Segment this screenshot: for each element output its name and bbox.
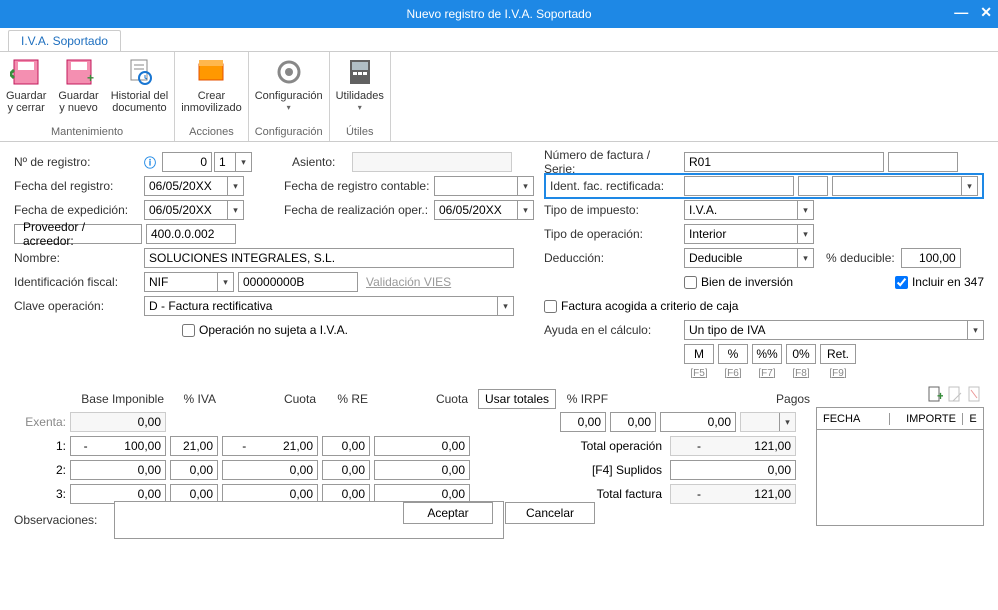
fecha-registro-label: Fecha del registro:: [14, 179, 144, 193]
r2-pctre[interactable]: [322, 460, 370, 480]
utilidades-button[interactable]: Utilidades: [330, 52, 390, 125]
tipo-impuesto-label: Tipo de impuesto:: [544, 203, 684, 217]
total-factura: [670, 484, 796, 504]
irpf-3[interactable]: [660, 412, 736, 432]
pagos-header-fecha: FECHA: [817, 413, 890, 425]
proveedor-button[interactable]: Proveedor / acreedor:: [14, 224, 142, 244]
n-registro-label: Nº de registro:: [14, 155, 144, 169]
ident-rect-input-2[interactable]: [798, 176, 828, 196]
close-icon[interactable]: ✕: [980, 4, 992, 21]
ident-rectificada-box: Ident. fac. rectificada: ▾: [544, 173, 984, 199]
r2-base[interactable]: [70, 460, 166, 480]
fecha-realizacion-input[interactable]: 06/05/20XX▾: [434, 200, 534, 220]
fecha-reg-contable-label: Fecha de registro contable:: [284, 179, 434, 193]
op-no-sujeta-checkbox[interactable]: Operación no sujeta a I.V.A.: [182, 323, 348, 337]
pct-deducible-input[interactable]: [901, 248, 961, 268]
ident-rect-input-1[interactable]: [684, 176, 794, 196]
crear-inmovilizado-button[interactable]: Crear inmovilizado: [175, 52, 248, 125]
irpf-select: ▾: [740, 412, 796, 432]
r1-cuota2[interactable]: [374, 436, 470, 456]
edit-page-icon: [947, 386, 963, 402]
proveedor-input[interactable]: [146, 224, 236, 244]
save-close-button[interactable]: Guardar y cerrar: [0, 52, 52, 125]
usar-totales-button[interactable]: Usar totales: [478, 389, 556, 409]
calc-pctpct-button[interactable]: %%: [752, 344, 782, 364]
pct-deducible-label: % deducible:: [826, 251, 895, 265]
svg-text:+: +: [937, 389, 943, 402]
svg-text:+: +: [87, 71, 94, 85]
tab-iva-soportado[interactable]: I.V.A. Soportado: [8, 30, 121, 51]
validacion-vies-link[interactable]: Validación VIES: [366, 275, 451, 289]
num-factura-input[interactable]: [684, 152, 884, 172]
pagos-header-importe: IMPORTE: [890, 413, 963, 425]
total-operacion: [670, 436, 796, 456]
aceptar-button[interactable]: Aceptar: [403, 502, 493, 524]
bien-inversion-checkbox[interactable]: Bien de inversión: [684, 275, 793, 289]
add-page-icon[interactable]: +: [927, 386, 943, 402]
save-new-button[interactable]: + Guardar y nuevo: [52, 52, 104, 125]
ident-rect-select[interactable]: ▾: [832, 176, 978, 196]
irpf-1[interactable]: [560, 412, 606, 432]
calc-m-button[interactable]: M: [684, 344, 714, 364]
clave-op-label: Clave operación:: [14, 299, 144, 313]
r1-pctiva[interactable]: [170, 436, 218, 456]
exenta-base: [70, 412, 166, 432]
fecha-realizacion-label: Fecha de realización oper.:: [284, 203, 434, 217]
r2-cuota2[interactable]: [374, 460, 470, 480]
r2-pctiva[interactable]: [170, 460, 218, 480]
history-button[interactable]: Historial del documento: [105, 52, 174, 125]
fecha-exp-input[interactable]: 06/05/20XX▾: [144, 200, 244, 220]
ident-fiscal-tipo-select[interactable]: NIF▾: [144, 272, 234, 292]
n-registro-input[interactable]: [162, 152, 212, 172]
minimize-icon[interactable]: —: [954, 4, 968, 21]
fecha-registro-input[interactable]: 06/05/20XX▾: [144, 176, 244, 196]
num-factura-label: Número de factura / Serie:: [544, 148, 684, 176]
ident-fiscal-label: Identificación fiscal:: [14, 275, 144, 289]
ident-fiscal-input[interactable]: [238, 272, 358, 292]
info-icon[interactable]: ⓘ: [144, 154, 156, 171]
calc-pct-button[interactable]: %: [718, 344, 748, 364]
deduccion-select[interactable]: Deducible▾: [684, 248, 814, 268]
tipo-operacion-select[interactable]: Interior▾: [684, 224, 814, 244]
factura-caja-checkbox[interactable]: Factura acogida a criterio de caja: [544, 299, 738, 313]
irpf-2[interactable]: [610, 412, 656, 432]
calc-ret-button[interactable]: Ret.: [820, 344, 856, 364]
deduccion-label: Deducción:: [544, 251, 684, 265]
calc-zero-button[interactable]: 0%: [786, 344, 816, 364]
num-factura-serie-input[interactable]: [888, 152, 958, 172]
ribbon: Guardar y cerrar + Guardar y nuevo Histo…: [0, 52, 998, 142]
r1-pctre[interactable]: [322, 436, 370, 456]
title-bar: Nuevo registro de I.V.A. Soportado — ✕: [0, 0, 998, 28]
ayuda-calc-select[interactable]: Un tipo de IVA▾: [684, 320, 984, 340]
asiento-label: Asiento:: [292, 155, 352, 169]
asiento-input: [352, 152, 512, 172]
nombre-label: Nombre:: [14, 251, 144, 265]
pagos-header-e: E: [963, 413, 983, 425]
r2-cuota[interactable]: [222, 460, 318, 480]
suplidos[interactable]: [670, 460, 796, 480]
window-title: Nuevo registro de I.V.A. Soportado: [406, 7, 591, 21]
r1-cuota[interactable]: [222, 436, 318, 456]
ayuda-calc-label: Ayuda en el cálculo:: [544, 323, 684, 337]
configuracion-button[interactable]: Configuración: [249, 52, 329, 125]
delete-page-icon: [967, 386, 983, 402]
tipo-operacion-label: Tipo de operación:: [544, 227, 684, 241]
clave-op-select[interactable]: D - Factura rectificativa▾: [144, 296, 514, 316]
tipo-impuesto-select[interactable]: I.V.A.▾: [684, 200, 814, 220]
cancelar-button[interactable]: Cancelar: [505, 502, 595, 524]
fecha-exp-label: Fecha de expedición:: [14, 203, 144, 217]
nombre-input[interactable]: [144, 248, 514, 268]
incluir-347-checkbox[interactable]: Incluir en 347: [895, 275, 984, 289]
r1-base[interactable]: [70, 436, 166, 456]
tab-row: I.V.A. Soportado: [0, 28, 998, 52]
fecha-reg-contable-input[interactable]: ▾: [434, 176, 534, 196]
n-registro-serie-select[interactable]: 1▾: [214, 152, 252, 172]
